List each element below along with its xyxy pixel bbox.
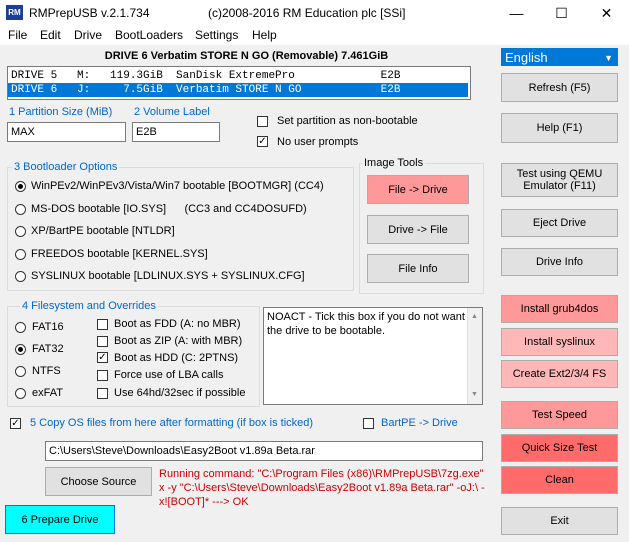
radio-ntfs[interactable] <box>15 366 26 377</box>
no-prompts-checkbox[interactable]: ✓ <box>257 136 268 147</box>
menu-edit[interactable]: Edit <box>40 28 61 42</box>
radio-ntldr[interactable] <box>15 226 26 237</box>
minimize-icon[interactable]: — <box>494 0 539 26</box>
boot-fdd-checkbox[interactable] <box>97 319 108 330</box>
override-boot-fdd: Boot as FDD (A: no MBR) <box>114 318 241 330</box>
partition-size-input[interactable]: MAX <box>7 122 126 142</box>
maximize-icon[interactable]: ☐ <box>539 0 584 26</box>
no-prompts-label: No user prompts <box>277 136 359 148</box>
menu-settings[interactable]: Settings <box>195 28 238 42</box>
clean-button[interactable]: Clean <box>501 466 618 494</box>
eject-drive-button[interactable]: Eject Drive <box>501 209 618 237</box>
scroll-up-icon[interactable]: ▲ <box>471 310 478 324</box>
nonbootable-label: Set partition as non-bootable <box>277 115 418 127</box>
create-ext-fs-button[interactable]: Create Ext2/3/4 FS <box>501 360 618 388</box>
scroll-down-icon[interactable]: ▼ <box>471 388 478 402</box>
info-text: NOACT - Tick this box if you do not want… <box>267 311 465 337</box>
language-select[interactable]: English ▼ <box>501 48 618 66</box>
volume-label-label: 2 Volume Label <box>134 106 210 118</box>
bootloader-option-syslinux: SYSLINUX bootable [LDLINUX.SYS + SYSLINU… <box>31 270 305 282</box>
image-tools-title: Image Tools <box>362 157 426 169</box>
override-64hd: Use 64hd/32sec if possible <box>114 387 246 399</box>
install-grub4dos-button[interactable]: Install grub4dos <box>501 295 618 323</box>
drive-info-button[interactable]: Drive Info <box>501 248 618 276</box>
file-to-drive-button[interactable]: File -> Drive <box>367 175 469 204</box>
radio-fat32[interactable] <box>15 344 26 355</box>
prepare-drive-button[interactable]: 6 Prepare Drive <box>5 505 115 534</box>
close-icon[interactable]: ✕ <box>584 0 629 26</box>
fs-option-ntfs: NTFS <box>32 365 61 377</box>
radio-exfat[interactable] <box>15 388 26 399</box>
drive-title: DRIVE 6 Verbatim STORE N GO (Removable) … <box>104 50 389 62</box>
quick-size-test-button[interactable]: Quick Size Test <box>501 434 618 462</box>
help-button[interactable]: Help (F1) <box>501 113 618 143</box>
file-info-button[interactable]: File Info <box>367 254 469 283</box>
bootloader-option-bootmgr: WinPEv2/WinPEv3/Vista/Win7 bootable [BOO… <box>31 180 324 192</box>
nonbootable-checkbox[interactable] <box>257 116 268 127</box>
filesystem-title: 4 Filesystem and Overrides <box>20 300 158 312</box>
copy-files-checkbox[interactable]: ✓ <box>10 418 21 429</box>
partition-size-label: 1 Partition Size (MiB) <box>9 106 113 118</box>
source-path-input[interactable]: C:\Users\Steve\Downloads\Easy2Boot v1.89… <box>45 441 483 461</box>
test-speed-button[interactable]: Test Speed <box>501 401 618 429</box>
override-boot-zip: Boot as ZIP (A: with MBR) <box>114 335 243 347</box>
bootloader-option-freedos: FREEDOS bootable [KERNEL.SYS] <box>31 248 208 260</box>
bootloader-option-ntldr: XP/BartPE bootable [NTLDR] <box>31 225 175 237</box>
bootloader-title: 3 Bootloader Options <box>12 161 120 173</box>
scrollbar[interactable]: ▲ ▼ <box>467 308 482 404</box>
volume-label-input[interactable]: E2B <box>132 122 220 142</box>
override-boot-hdd: Boot as HDD (C: 2PTNS) <box>114 352 239 364</box>
language-value: English <box>505 50 548 65</box>
drive-list[interactable]: DRIVE 5 M: 119.3GiB SanDisk ExtremePro E… <box>7 66 471 100</box>
bootloader-option-msdos: MS-DOS bootable [IO.SYS] (CC3 and CC4DOS… <box>31 203 307 215</box>
fs-option-fat32: FAT32 <box>32 343 64 355</box>
override-lba: Force use of LBA calls <box>114 369 224 381</box>
chevron-down-icon: ▼ <box>604 53 613 63</box>
menu-drive[interactable]: Drive <box>74 28 102 42</box>
copyright-text: (c)2008-2016 RM Education plc [SSi] <box>208 6 406 20</box>
drive-to-file-button[interactable]: Drive -> File <box>367 215 469 244</box>
fs-option-fat16: FAT16 <box>32 321 64 333</box>
boot-zip-checkbox[interactable] <box>97 336 108 347</box>
boot-hdd-checkbox[interactable]: ✓ <box>97 352 108 363</box>
drive-list-item[interactable]: DRIVE 5 M: 119.3GiB SanDisk ExtremePro E… <box>8 69 468 83</box>
app-icon: RM <box>6 5 23 20</box>
command-status-text: Running command: "C:\Program Files (x86)… <box>159 468 485 508</box>
radio-fat16[interactable] <box>15 322 26 333</box>
choose-source-button[interactable]: Choose Source <box>45 467 152 496</box>
menu-help[interactable]: Help <box>252 28 277 42</box>
radio-syslinux[interactable] <box>15 271 26 282</box>
radio-msdos[interactable] <box>15 204 26 215</box>
radio-bootmgr[interactable] <box>15 181 26 192</box>
copy-files-label: 5 Copy OS files from here after formatti… <box>30 417 314 429</box>
refresh-button[interactable]: Refresh (F5) <box>501 73 618 102</box>
lba-checkbox[interactable] <box>97 370 108 381</box>
bartpe-checkbox[interactable] <box>363 418 374 429</box>
radio-freedos[interactable] <box>15 249 26 260</box>
64hd-checkbox[interactable] <box>97 388 108 399</box>
menu-file[interactable]: File <box>8 28 27 42</box>
menu-bootloaders[interactable]: BootLoaders <box>115 28 183 42</box>
info-textbox[interactable]: NOACT - Tick this box if you do not want… <box>263 307 483 405</box>
exit-button[interactable]: Exit <box>501 507 618 535</box>
fs-option-exfat: exFAT <box>32 387 63 399</box>
window-title: RMPrepUSB v.2.1.734 <box>29 6 150 20</box>
install-syslinux-button[interactable]: Install syslinux <box>501 328 618 356</box>
bartpe-label: BartPE -> Drive <box>381 417 458 429</box>
drive-list-item-selected[interactable]: DRIVE 6 J: 7.5GiB Verbatim STORE N GO E2… <box>8 83 468 97</box>
qemu-test-button[interactable]: Test using QEMU Emulator (F11) <box>501 163 618 197</box>
